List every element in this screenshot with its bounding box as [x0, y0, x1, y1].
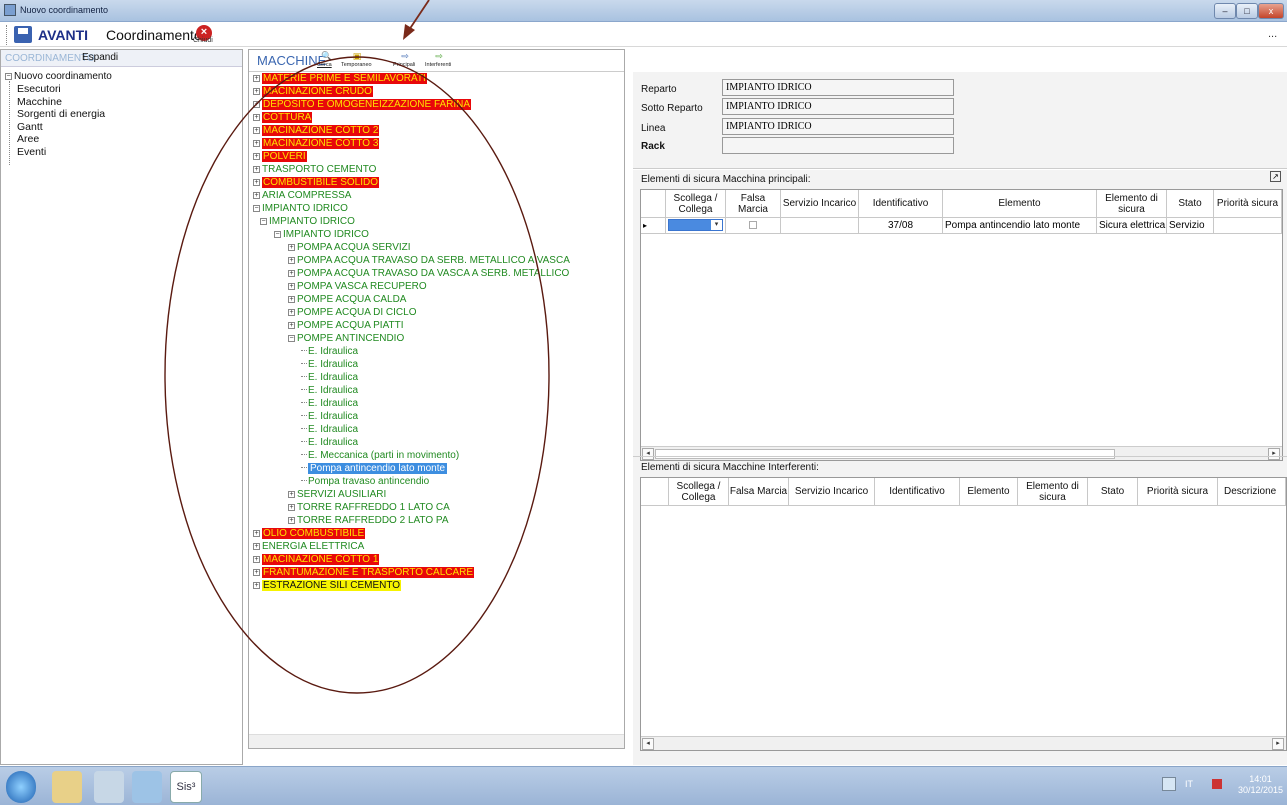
elemento-cell[interactable]: Pompa antincendio lato monte: [943, 218, 1097, 234]
sotto-reparto-label: Sotto Reparto: [641, 103, 703, 114]
start-icon[interactable]: [6, 771, 36, 803]
clock[interactable]: 14:01 30/12/2015: [1238, 774, 1283, 796]
coordinamento-label: Coordinamento: [106, 27, 202, 43]
clock-date: 30/12/2015: [1238, 785, 1284, 795]
col-stato[interactable]: Stato: [1167, 190, 1214, 218]
window-titlebar: Nuovo coordinamento – □ x: [0, 0, 1287, 22]
collapse-icon[interactable]: −: [5, 73, 12, 80]
left-item-eventi[interactable]: Eventi: [17, 146, 105, 159]
principali-title: Elementi di sicura Macchina principali:: [641, 174, 811, 185]
close-window-button[interactable]: x: [1258, 3, 1284, 19]
explorer-icon[interactable]: [52, 771, 82, 803]
col2-elemento[interactable]: Elemento: [960, 478, 1018, 506]
app-icon[interactable]: [94, 771, 124, 803]
language-indicator[interactable]: IT: [1185, 779, 1193, 789]
save-icon[interactable]: [14, 26, 32, 43]
annotation-arrow-icon: [403, 0, 430, 40]
rack-label: Rack: [641, 141, 665, 152]
col2-priorita-sicura[interactable]: Priorità sicura: [1138, 478, 1218, 506]
maximize-button[interactable]: □: [1236, 3, 1258, 19]
more-button[interactable]: ...: [1268, 28, 1277, 40]
linea-field[interactable]: IMPIANTO IDRICO: [722, 118, 954, 135]
root-label: Nuovo coordinamento: [14, 71, 112, 82]
falsa-marcia-checkbox[interactable]: [726, 218, 781, 234]
scroll-left-icon[interactable]: ◂: [642, 738, 654, 750]
col-falsa-marcia[interactable]: Falsa Marcia: [726, 190, 781, 218]
left-item-aree[interactable]: Aree: [17, 133, 105, 146]
col2-falsa-marcia[interactable]: Falsa Marcia: [729, 478, 789, 506]
stato-cell[interactable]: Servizio: [1167, 218, 1214, 234]
taskbar: Sis³ IT 14:01 30/12/2015: [0, 766, 1287, 805]
sis-app-icon[interactable]: Sis³: [170, 771, 202, 803]
chevron-down-icon[interactable]: ▾: [711, 220, 722, 230]
left-item-sorgenti[interactable]: Sorgenti di energia: [17, 108, 105, 121]
divider: [633, 456, 1287, 457]
row-indicator-icon: ▸: [641, 218, 666, 234]
scroll-right-icon[interactable]: ▸: [1268, 448, 1280, 460]
expand-grid-icon[interactable]: ↗: [1270, 171, 1281, 182]
sotto-reparto-field[interactable]: IMPIANTO IDRICO: [722, 98, 954, 115]
left-item-macchine[interactable]: Macchine: [17, 96, 105, 109]
col-scollega[interactable]: Scollega / Collega: [666, 190, 726, 218]
identificativo-cell[interactable]: 37/08: [859, 218, 943, 234]
col-identificativo[interactable]: Identificativo: [859, 190, 943, 218]
interferenti-title: Elementi di sicura Macchine Interferenti…: [641, 462, 819, 473]
left-item-gantt[interactable]: Gantt: [17, 121, 105, 134]
col-elemento[interactable]: Elemento: [943, 190, 1097, 218]
scroll-left-icon[interactable]: ◂: [642, 448, 654, 460]
col-servizio-incarico[interactable]: Servizio Incarico: [781, 190, 859, 218]
avanti-button[interactable]: AVANTI: [38, 27, 88, 43]
interferenti-grid: Scollega / Collega Falsa Marcia Servizio…: [640, 477, 1287, 751]
linea-label: Linea: [641, 123, 666, 134]
tree-line: [9, 81, 10, 165]
col-priorita-sicura[interactable]: Priorità sicura: [1214, 190, 1282, 218]
espandi-button[interactable]: Espandi: [82, 52, 118, 63]
chiudi-button[interactable]: Chiudi: [193, 37, 213, 44]
clock-time: 14:01: [1249, 774, 1272, 784]
left-tree-items: Esecutori Macchine Sorgenti di energia G…: [17, 83, 105, 159]
col2-identificativo[interactable]: Identificativo: [875, 478, 960, 506]
col2-descrizione[interactable]: Descrizione: [1218, 478, 1286, 506]
app-icon: [4, 4, 16, 16]
details-panel: Reparto IMPIANTO IDRICO Sotto Reparto IM…: [633, 72, 1287, 765]
col2-stato[interactable]: Stato: [1088, 478, 1138, 506]
interferenti-hscrollbar[interactable]: ◂ ▸: [641, 736, 1286, 750]
priorita-cell[interactable]: [1214, 218, 1282, 234]
network-icon[interactable]: [1162, 777, 1176, 791]
window-title: Nuovo coordinamento: [20, 5, 109, 15]
divider: [633, 168, 1287, 170]
reparto-field[interactable]: IMPIANTO IDRICO: [722, 79, 954, 96]
col-elemento-sicura[interactable]: Elemento di sicura: [1097, 190, 1167, 218]
col2-elemento-sicura[interactable]: Elemento di sicura: [1018, 478, 1088, 506]
scroll-right-icon[interactable]: ▸: [1272, 738, 1284, 750]
app2-icon[interactable]: [132, 771, 162, 803]
toolbar-grip: [6, 25, 7, 45]
scroll-thumb[interactable]: [655, 449, 1115, 459]
principali-grid: Scollega / Collega Falsa Marcia Servizio…: [640, 189, 1283, 461]
left-item-esecutori[interactable]: Esecutori: [17, 83, 105, 96]
tree-root[interactable]: − Nuovo coordinamento: [5, 70, 112, 83]
flag-icon[interactable]: [1212, 779, 1222, 789]
elemento-sicura-cell[interactable]: Sicura elettrica: [1097, 218, 1167, 234]
tree-scrollbar[interactable]: [249, 734, 624, 748]
principali-hscrollbar[interactable]: ◂ ▸: [641, 446, 1282, 460]
main-toolbar: AVANTI Coordinamento × Chiudi ...: [0, 22, 1287, 47]
scollega-select[interactable]: ▾: [666, 218, 726, 234]
col2-scollega[interactable]: Scollega / Collega: [669, 478, 729, 506]
annotation-ellipse: [164, 56, 550, 694]
col2-servizio-incarico[interactable]: Servizio Incarico: [789, 478, 875, 506]
minimize-button[interactable]: –: [1214, 3, 1236, 19]
servizio-incarico-cell[interactable]: [781, 218, 859, 234]
rack-field[interactable]: [722, 137, 954, 154]
reparto-label: Reparto: [641, 84, 677, 95]
